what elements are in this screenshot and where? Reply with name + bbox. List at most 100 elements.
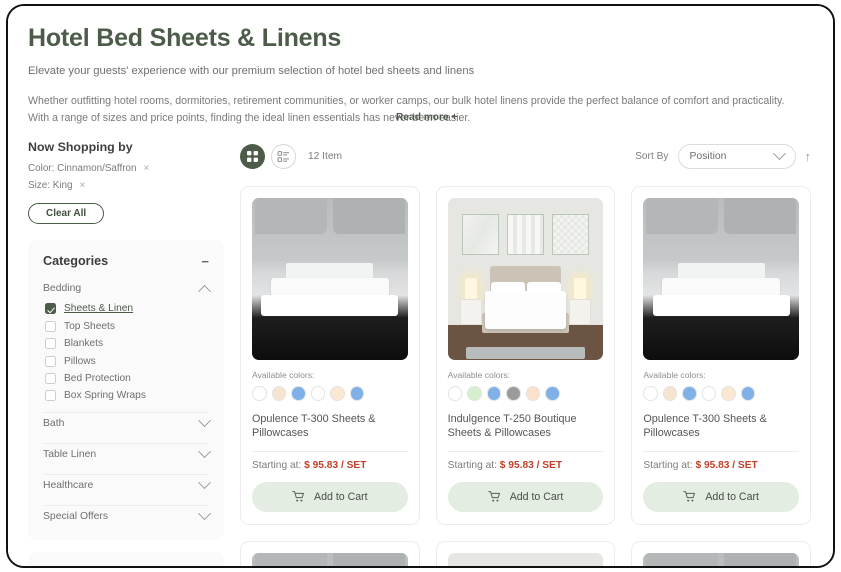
- listing-toolbar: 12 Item Sort By Position ↑: [240, 140, 811, 172]
- category-group-bedding[interactable]: Bedding: [43, 280, 211, 300]
- filter-option-label: Pillows: [64, 355, 96, 367]
- hotel-bedroom-illustration: [447, 552, 604, 566]
- divider: [43, 505, 209, 507]
- color-swatch[interactable]: [310, 386, 325, 401]
- color-swatch[interactable]: [271, 386, 286, 401]
- divider: [447, 450, 604, 452]
- product-card[interactable]: Available colors: Indulgence T-250 Bouti…: [435, 186, 616, 525]
- sort-select-value: Position: [689, 150, 727, 162]
- category-group-healthcare[interactable]: Healthcare: [43, 476, 211, 497]
- color-swatch[interactable]: [506, 386, 521, 401]
- main-column: 12 Item Sort By Position ↑ Available col…: [240, 140, 811, 566]
- color-swatch[interactable]: [349, 386, 364, 401]
- color-swatches: [252, 386, 408, 401]
- checkbox-icon[interactable]: [45, 390, 56, 402]
- color-swatch[interactable]: [643, 386, 658, 401]
- filter-option-label: Bed Protection: [64, 372, 131, 384]
- remove-filter-icon[interactable]: ×: [79, 180, 85, 191]
- sort-by-label: Sort By: [635, 150, 669, 162]
- chevron-down-icon: [772, 147, 786, 160]
- category-group-label: Healthcare: [43, 480, 94, 492]
- checkbox-checked-icon[interactable]: [45, 303, 56, 315]
- product-card[interactable]: [240, 540, 420, 566]
- category-group-special-offers[interactable]: Special Offers: [43, 507, 211, 528]
- sort-controls: Sort By Position ↑: [635, 143, 812, 169]
- filter-option-label: Blankets: [64, 338, 104, 350]
- product-card[interactable]: [435, 540, 616, 566]
- list-view-icon[interactable]: [271, 143, 296, 169]
- category-group-label: Bath: [43, 418, 65, 430]
- color-swatches: [643, 386, 799, 401]
- category-group-bath[interactable]: Bath: [43, 414, 211, 435]
- category-group-table-linen[interactable]: Table Linen: [43, 445, 211, 466]
- product-name[interactable]: Opulence T-300 Sheets & Pillowcases: [252, 412, 408, 442]
- read-more-link[interactable]: Read more +: [396, 110, 457, 126]
- filter-option-top-sheets[interactable]: Top Sheets: [43, 318, 209, 335]
- clear-all-button[interactable]: Clear All: [28, 203, 105, 225]
- add-to-cart-label: Add to Cart: [705, 490, 759, 503]
- hotel-bedroom-illustration: [447, 198, 604, 361]
- available-colors-label: Available colors:: [252, 370, 315, 381]
- filter-option-bed-protection[interactable]: Bed Protection: [43, 370, 209, 387]
- add-to-cart-label: Add to Cart: [314, 490, 368, 503]
- product-price-row: Starting at: $ 95.83 / SET: [448, 460, 604, 471]
- hero-section: Hotel Bed Sheets & Linens Elevate your g…: [8, 6, 833, 126]
- checkbox-icon[interactable]: [45, 355, 56, 367]
- add-to-cart-button[interactable]: Add to Cart: [643, 481, 799, 512]
- color-swatch[interactable]: [330, 386, 345, 401]
- active-filter-color: Color: Cinnamon/Saffron ×: [28, 163, 224, 174]
- minus-icon[interactable]: −: [201, 255, 209, 268]
- category-group-label: Table Linen: [43, 449, 97, 461]
- product-card[interactable]: Available colors: Opulence T-300 Sheets …: [240, 186, 420, 525]
- color-swatch[interactable]: [486, 386, 502, 401]
- chevron-down-icon[interactable]: [198, 476, 211, 490]
- active-filter-size-label: Size: King: [28, 180, 73, 192]
- categories-header[interactable]: Categories −: [43, 254, 209, 268]
- product-image-folded-sheets[interactable]: [252, 198, 408, 361]
- add-to-cart-button[interactable]: Add to Cart: [447, 481, 604, 512]
- sort-direction-icon[interactable]: ↑: [805, 149, 812, 164]
- checkbox-icon[interactable]: [45, 320, 56, 332]
- color-swatch[interactable]: [447, 386, 463, 401]
- chevron-up-icon[interactable]: [198, 285, 211, 298]
- folded-sheets-illustration: [252, 552, 408, 566]
- sort-select[interactable]: Position: [677, 143, 796, 169]
- content-area: Now Shopping by Color: Cinnamon/Saffron …: [8, 126, 833, 566]
- color-swatch[interactable]: [252, 386, 267, 401]
- price-prefix: Starting at:: [252, 459, 302, 471]
- product-card[interactable]: [631, 540, 811, 566]
- cart-icon: [292, 491, 305, 502]
- filter-option-blankets[interactable]: Blankets: [43, 335, 209, 352]
- color-swatch[interactable]: [740, 386, 756, 401]
- product-card[interactable]: Available colors: Opulence T-300 Sheets …: [631, 186, 811, 525]
- grid-view-icon[interactable]: [240, 143, 265, 169]
- filter-option-box-spring-wraps[interactable]: Box Spring Wraps: [43, 387, 209, 404]
- remove-filter-icon[interactable]: ×: [144, 163, 150, 174]
- chevron-down-icon[interactable]: [198, 445, 211, 459]
- product-name[interactable]: Opulence T-300 Sheets & Pillowcases: [643, 412, 799, 442]
- color-swatch[interactable]: [467, 386, 482, 401]
- product-image-folded-sheets[interactable]: [643, 198, 799, 361]
- filter-option-sheets-linen[interactable]: Sheets & Linen: [43, 300, 209, 317]
- product-price: $ 95.83 / SET: [695, 459, 758, 471]
- chevron-down-icon[interactable]: [198, 507, 211, 521]
- color-swatch[interactable]: [682, 386, 697, 401]
- divider: [43, 443, 209, 445]
- product-image-bedroom-scene[interactable]: [447, 198, 604, 361]
- product-image-folded-sheets[interactable]: [643, 552, 799, 566]
- product-name[interactable]: Indulgence T-250 Boutique Sheets & Pillo…: [448, 412, 604, 442]
- color-swatch[interactable]: [662, 386, 678, 401]
- chevron-down-icon[interactable]: [198, 414, 211, 428]
- color-swatch[interactable]: [545, 386, 560, 401]
- color-swatch[interactable]: [525, 386, 541, 401]
- checkbox-icon[interactable]: [45, 372, 56, 384]
- product-image-bedroom-scene[interactable]: [447, 552, 604, 566]
- color-swatch[interactable]: [701, 386, 717, 401]
- color-swatch[interactable]: [721, 386, 736, 401]
- product-image-folded-sheets[interactable]: [252, 552, 408, 566]
- filter-option-pillows[interactable]: Pillows: [43, 352, 209, 369]
- color-swatch[interactable]: [291, 386, 306, 401]
- categories-title: Categories: [43, 254, 109, 269]
- add-to-cart-button[interactable]: Add to Cart: [252, 481, 408, 512]
- checkbox-icon[interactable]: [45, 338, 56, 350]
